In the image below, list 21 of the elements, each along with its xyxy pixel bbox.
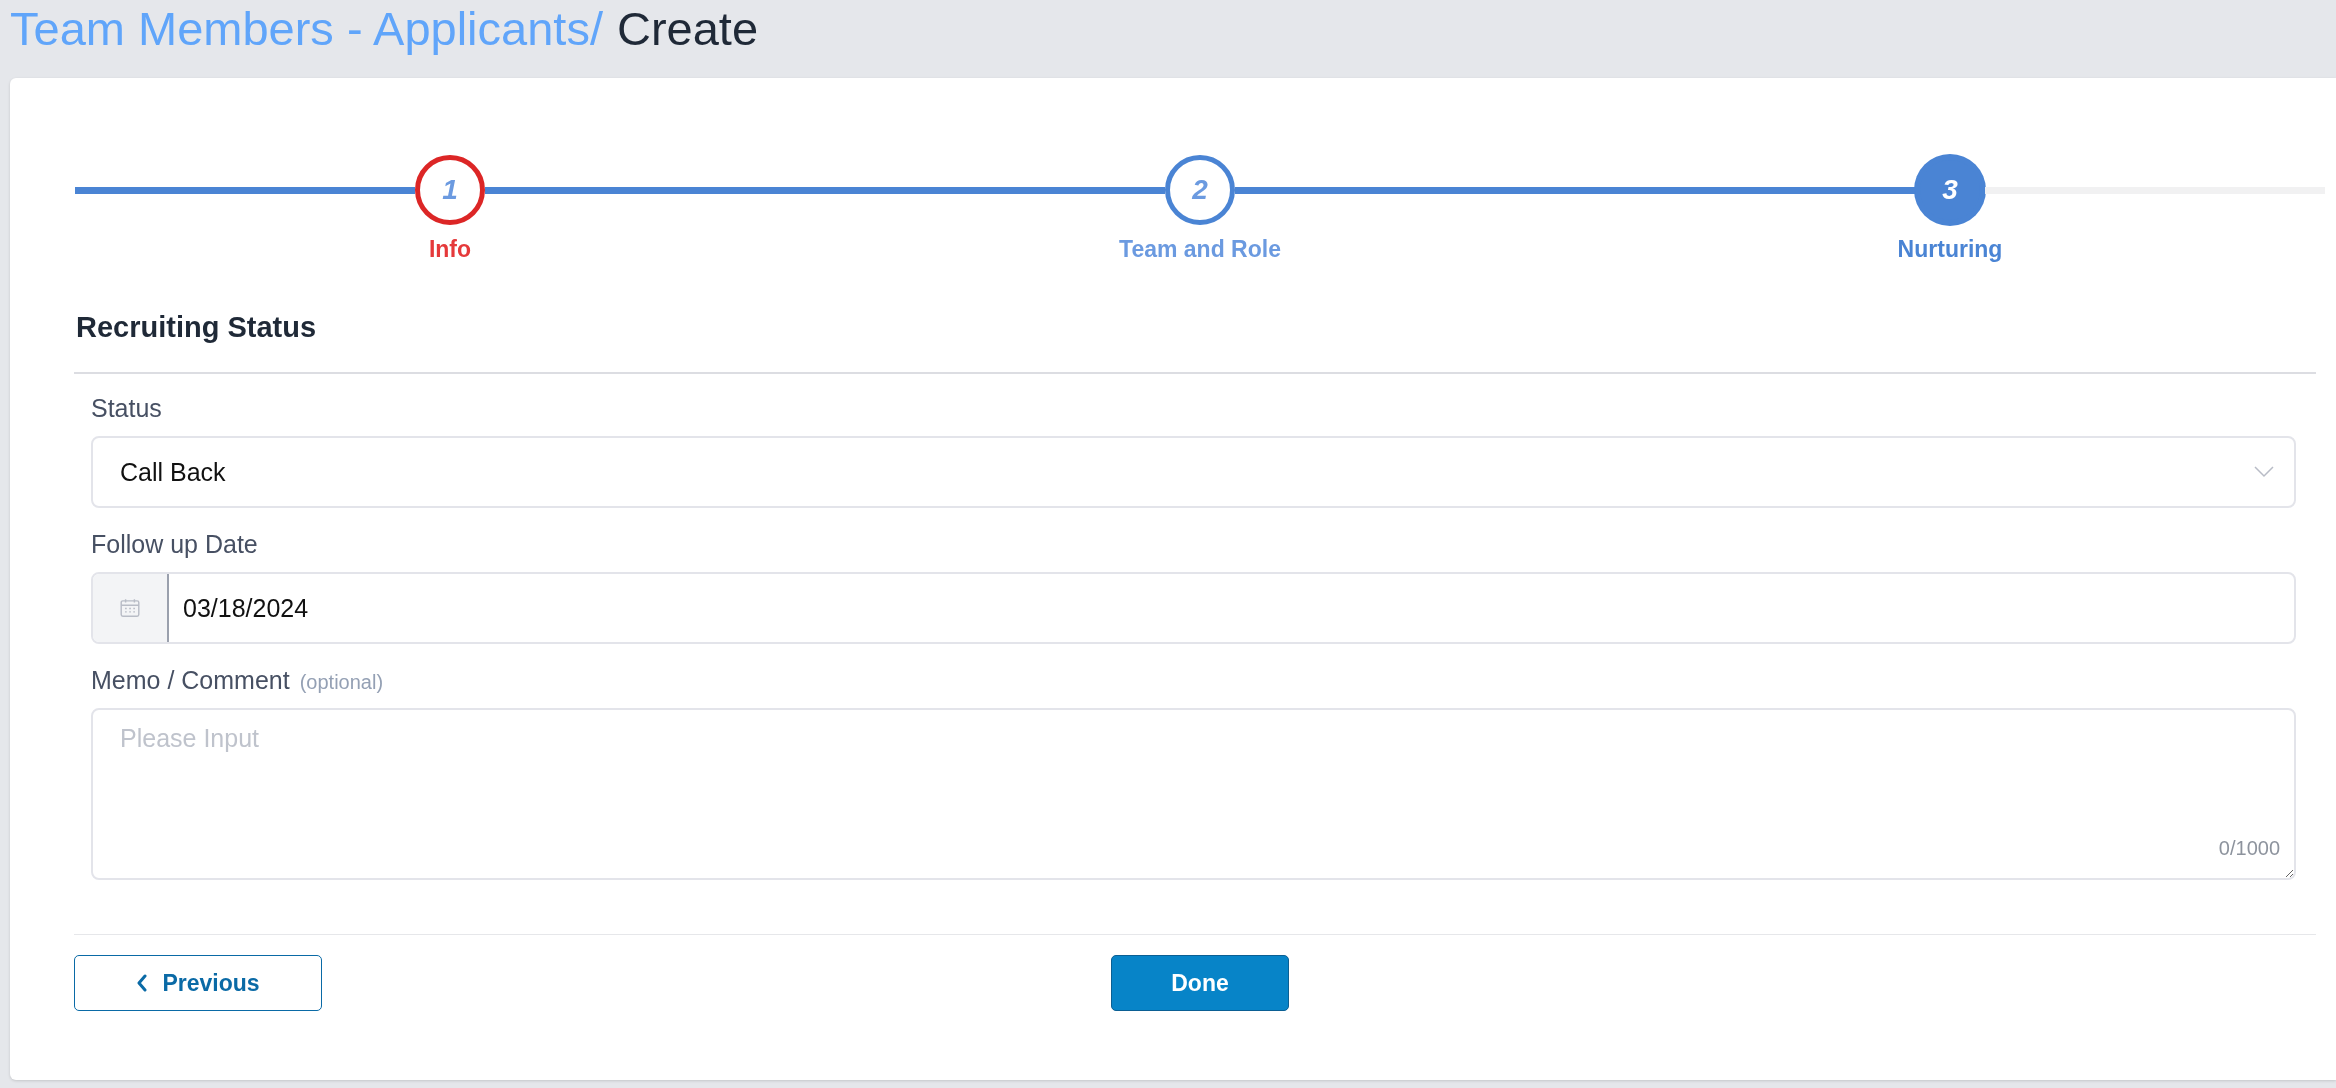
field-label: Follow up Date xyxy=(91,530,259,559)
character-counter: 0/1000 xyxy=(2218,837,2280,860)
field-label: Status xyxy=(91,394,163,423)
calendar-icon xyxy=(119,597,141,619)
step-circle[interactable]: 1 xyxy=(415,155,485,225)
previous-button[interactable]: Previous xyxy=(74,955,322,1011)
chevron-down-icon xyxy=(2254,466,2274,478)
field-label: Memo / Comment xyxy=(91,666,290,695)
step-label: Team and Role xyxy=(1119,236,1281,263)
step-circle[interactable]: 3 xyxy=(1915,155,1985,225)
step-circle[interactable]: 2 xyxy=(1165,155,1235,225)
status-dropdown[interactable]: Call Back xyxy=(91,436,2296,508)
done-button[interactable]: Done xyxy=(1111,955,1289,1011)
optional-hint: (optional) xyxy=(299,671,384,694)
page-title: Create xyxy=(616,0,759,56)
step-label: Info xyxy=(428,236,472,263)
date-field[interactable]: 03/18/2024 xyxy=(91,572,2296,644)
section-title: Recruiting Status xyxy=(76,311,318,344)
breadcrumb-link[interactable]: Team Members - Applicants/ xyxy=(10,0,603,56)
step-label: Nurturing xyxy=(1897,236,2003,263)
chevron-left-icon xyxy=(136,974,149,992)
